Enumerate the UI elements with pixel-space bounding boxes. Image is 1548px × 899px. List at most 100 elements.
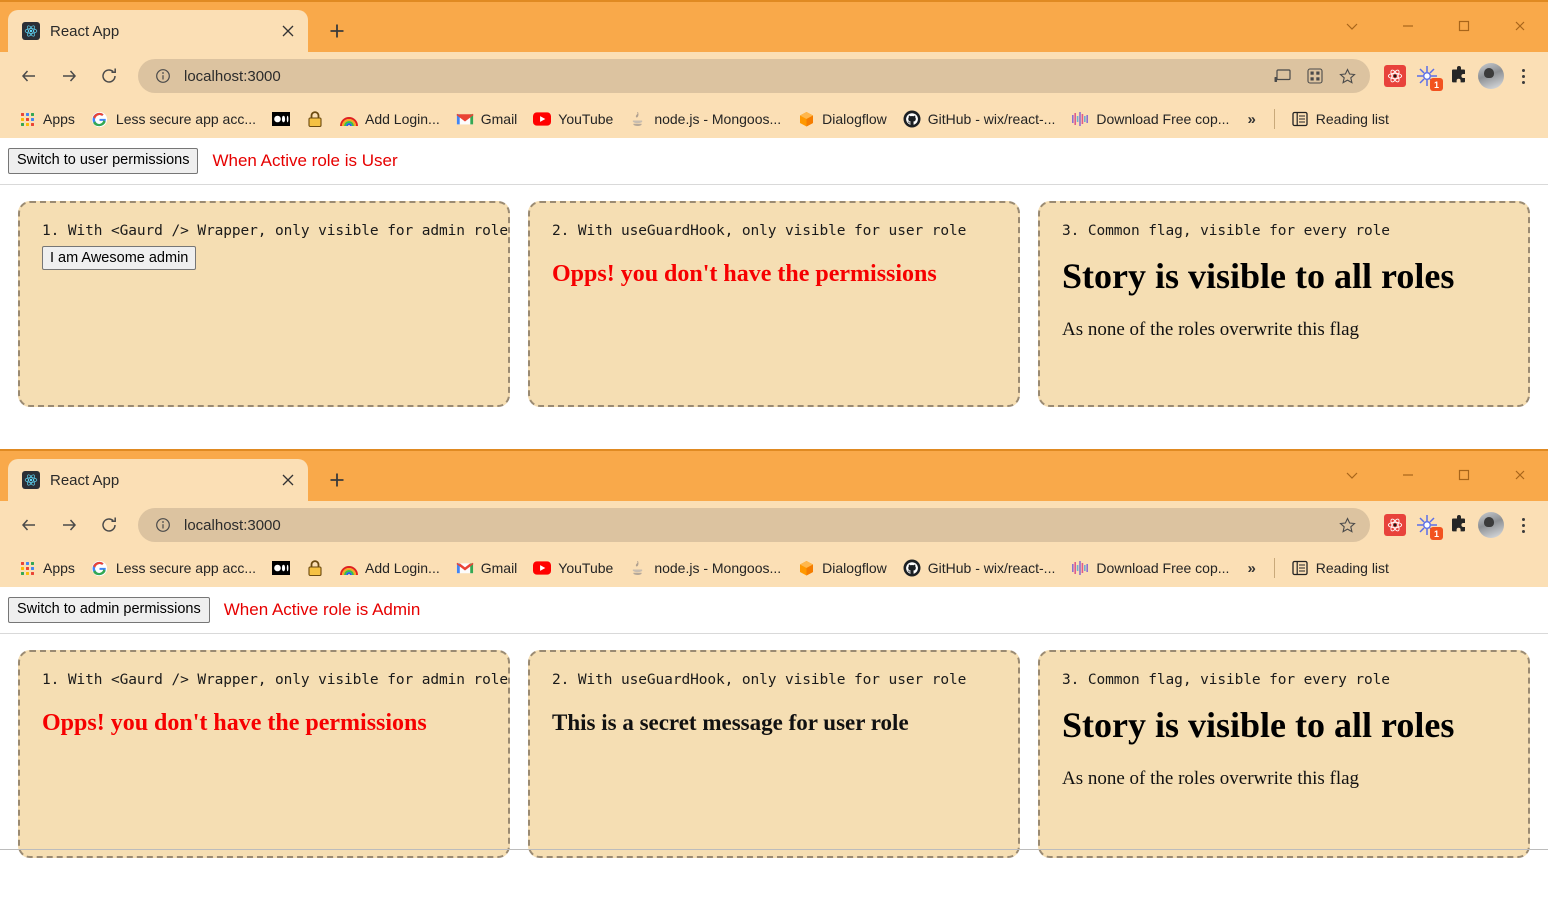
close-window-icon[interactable] <box>1492 449 1548 501</box>
star-icon[interactable] <box>1336 514 1358 536</box>
reload-button[interactable] <box>90 57 128 95</box>
gmail-icon <box>456 110 474 128</box>
browser-tab-1[interactable]: React App <box>8 10 308 52</box>
maximize-window-icon[interactable] <box>1436 449 1492 501</box>
puzzle-extensions-icon[interactable] <box>1444 510 1474 540</box>
bookmark-download-free-copy[interactable]: Download Free cop... <box>1063 106 1237 132</box>
bookmark-nodejs-mongoose[interactable]: node.js - Mongoos... <box>621 106 789 132</box>
switch-permissions-button[interactable]: Switch to user permissions <box>8 148 199 174</box>
browser-menu-icon[interactable] <box>1508 510 1538 540</box>
react-devtools-extension-icon[interactable] <box>1380 510 1410 540</box>
github-icon <box>903 559 921 577</box>
bookmarks-bar-1: Apps Less secure app acc... Add Login...… <box>0 100 1548 138</box>
guard-wrapper-card: 1. With <Gaurd /> Wrapper, only visible … <box>18 200 510 407</box>
minimize-window-icon[interactable] <box>1380 449 1436 501</box>
bookmark-gmail[interactable]: Gmail <box>448 555 526 581</box>
close-window-icon[interactable] <box>1492 0 1548 52</box>
bookmark-dialogflow[interactable]: Dialogflow <box>789 106 895 132</box>
bookmark-add-login[interactable]: Add Login... <box>332 555 448 581</box>
maximize-window-icon[interactable] <box>1436 0 1492 52</box>
sunburst-extension-icon[interactable]: 1 <box>1412 61 1443 91</box>
avatar[interactable] <box>1476 61 1506 91</box>
github-icon <box>903 110 921 128</box>
bookmark-dialogflow[interactable]: Dialogflow <box>789 555 895 581</box>
bookmark-label: YouTube <box>558 111 614 127</box>
address-bar-1[interactable]: localhost:3000 <box>138 59 1370 93</box>
bookmark-youtube[interactable]: YouTube <box>525 555 621 581</box>
bookmark-medium[interactable] <box>264 106 298 132</box>
bookmarks-divider <box>1273 109 1275 129</box>
bookmark-label: YouTube <box>558 560 614 576</box>
common-flag-card: 3. Common flag, visible for every role S… <box>1038 649 1530 858</box>
react-devtools-extension-icon[interactable] <box>1380 61 1410 91</box>
bookmark-medium[interactable] <box>264 555 298 581</box>
avatar[interactable] <box>1476 510 1506 540</box>
bookmark-add-login[interactable]: Add Login... <box>332 106 448 132</box>
browser-tab-2[interactable]: React App <box>8 459 308 501</box>
chevron-down-icon[interactable] <box>1324 0 1380 52</box>
bookmark-padlock[interactable] <box>298 106 332 132</box>
awesome-admin-button[interactable]: I am Awesome admin <box>42 245 197 270</box>
forward-button[interactable] <box>50 506 88 544</box>
tab-strip-2: React App <box>0 449 1548 501</box>
bookmark-apps[interactable]: Apps <box>10 555 83 581</box>
bookmark-github[interactable]: GitHub - wix/react-... <box>895 555 1064 581</box>
info-circle-icon[interactable] <box>152 514 174 536</box>
bookmark-label: Apps <box>43 111 75 127</box>
reading-list-button[interactable]: Reading list <box>1283 555 1397 581</box>
switch-permissions-button[interactable]: Switch to admin permissions <box>8 597 210 623</box>
bookmark-label: Less secure app acc... <box>115 111 256 127</box>
new-tab-button[interactable] <box>320 14 354 48</box>
rainbow-icon <box>340 110 358 128</box>
card-title: 2. With useGuardHook, only visible for u… <box>552 671 967 688</box>
bookmarks-bar-2: Apps Less secure app acc... Add Login...… <box>0 549 1548 587</box>
bookmark-download-free-copy[interactable]: Download Free cop... <box>1063 555 1237 581</box>
bookmark-gmail[interactable]: Gmail <box>448 106 526 132</box>
cards-row-2: 1. With <Gaurd /> Wrapper, only visible … <box>0 634 1548 858</box>
apps-grid-icon <box>18 559 36 577</box>
forward-button[interactable] <box>50 57 88 95</box>
bookmark-youtube[interactable]: YouTube <box>525 106 621 132</box>
close-tab-icon[interactable] <box>278 21 298 41</box>
card-title: 1. With <Gaurd /> Wrapper, only visible … <box>42 222 509 239</box>
close-tab-icon[interactable] <box>278 470 298 490</box>
bookmark-label: Dialogflow <box>822 111 887 127</box>
dialogflow-icon <box>797 559 815 577</box>
gmail-icon <box>456 559 474 577</box>
reload-button[interactable] <box>90 506 128 544</box>
chevron-down-icon[interactable] <box>1324 449 1380 501</box>
dialogflow-icon <box>797 110 815 128</box>
address-bar-2[interactable]: localhost:3000 <box>138 508 1370 542</box>
reading-list-button[interactable]: Reading list <box>1283 106 1397 132</box>
permission-error-message: Opps! you don't have the permissions <box>42 709 427 736</box>
story-paragraph: As none of the roles overwrite this flag <box>1062 767 1360 789</box>
star-icon[interactable] <box>1336 65 1358 87</box>
bookmark-label: Gmail <box>480 111 518 127</box>
browser-toolbar-1: localhost:3000 1 <box>0 52 1548 100</box>
bookmark-less-secure-app[interactable]: Less secure app acc... <box>83 106 264 132</box>
medium-icon <box>272 110 290 128</box>
minimize-window-icon[interactable] <box>1380 0 1436 52</box>
bookmark-apps[interactable]: Apps <box>10 106 83 132</box>
bookmark-nodejs-mongoose[interactable]: node.js - Mongoos... <box>621 555 789 581</box>
browser-menu-icon[interactable] <box>1508 61 1538 91</box>
bookmark-less-secure-app[interactable]: Less secure app acc... <box>83 555 264 581</box>
bookmarks-overflow-button[interactable]: » <box>1237 107 1265 132</box>
puzzle-extensions-icon[interactable] <box>1444 61 1474 91</box>
reading-list-icon <box>1291 110 1309 128</box>
info-circle-icon[interactable] <box>152 65 174 87</box>
new-tab-button[interactable] <box>320 463 354 497</box>
cast-icon[interactable] <box>1272 65 1294 87</box>
use-guard-hook-card: 2. With useGuardHook, only visible for u… <box>528 200 1020 407</box>
back-button[interactable] <box>10 57 48 95</box>
bookmark-github[interactable]: GitHub - wix/react-... <box>895 106 1064 132</box>
sunburst-extension-icon[interactable]: 1 <box>1412 510 1443 540</box>
padlock-icon <box>306 110 324 128</box>
bookmarks-overflow-button[interactable]: » <box>1237 556 1265 581</box>
page-content-1: Switch to user permissions When Active r… <box>0 138 1548 407</box>
qr-code-icon[interactable] <box>1304 65 1326 87</box>
back-button[interactable] <box>10 506 48 544</box>
youtube-icon <box>533 559 552 577</box>
medium-icon <box>272 559 290 577</box>
bookmark-padlock[interactable] <box>298 555 332 581</box>
